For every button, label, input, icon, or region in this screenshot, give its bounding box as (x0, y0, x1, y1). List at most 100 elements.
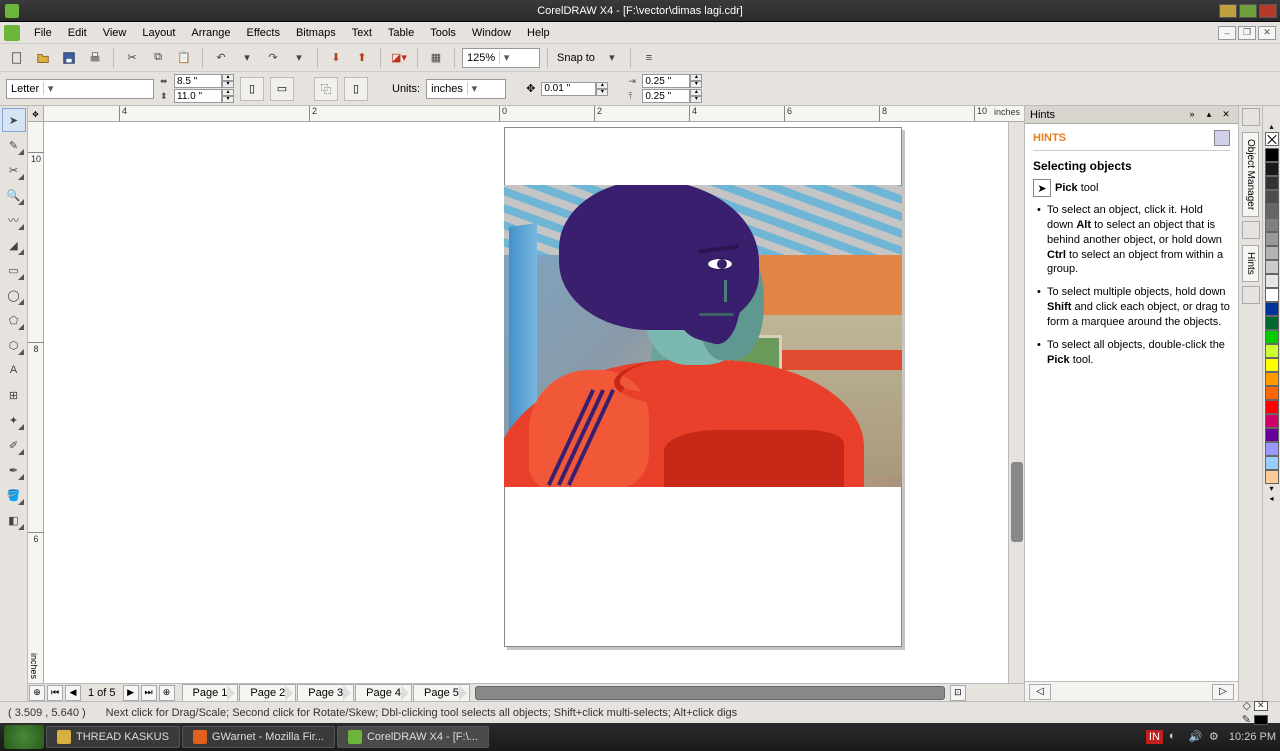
docker-menu-icon[interactable]: » (1185, 109, 1199, 121)
dup-x-input[interactable] (642, 74, 690, 88)
undo-button[interactable]: ↶ (210, 47, 232, 69)
next-page-button[interactable]: ▶ (123, 685, 139, 701)
export-button[interactable]: ⬆ (351, 47, 373, 69)
fill-swatch[interactable] (1254, 701, 1268, 711)
redo-dd[interactable]: ▾ (288, 47, 310, 69)
first-page-button[interactable]: ⏮ (47, 685, 63, 701)
down-icon[interactable]: ▾ (222, 81, 234, 88)
menu-window[interactable]: Window (464, 24, 519, 42)
color-swatch[interactable] (1265, 400, 1279, 414)
menu-view[interactable]: View (95, 24, 135, 42)
copy-button[interactable]: ⧉ (147, 47, 169, 69)
portrait-button[interactable]: ▯ (240, 77, 264, 101)
menu-text[interactable]: Text (344, 24, 380, 42)
menu-layout[interactable]: Layout (134, 24, 183, 42)
color-swatch[interactable] (1265, 330, 1279, 344)
smart-fill-tool[interactable]: ◢ (2, 233, 26, 257)
maximize-button[interactable] (1239, 4, 1257, 18)
outline-tool[interactable]: ✒ (2, 458, 26, 482)
units-combo[interactable]: inches▾ (426, 79, 506, 99)
last-page-button[interactable]: ⏭ (141, 685, 157, 701)
menu-help[interactable]: Help (519, 24, 558, 42)
tray-icon[interactable]: ⚙ (1209, 730, 1223, 744)
page-tab[interactable]: Page 5 (413, 684, 470, 701)
save-button[interactable] (58, 47, 80, 69)
ruler-origin[interactable]: ✥ (28, 106, 44, 122)
menu-bitmaps[interactable]: Bitmaps (288, 24, 344, 42)
page-tab[interactable]: Page 2 (239, 684, 296, 701)
color-swatch[interactable] (1265, 344, 1279, 358)
color-swatch[interactable] (1265, 470, 1279, 484)
fill-tool[interactable]: 🪣 (2, 483, 26, 507)
import-button[interactable]: ⬇ (325, 47, 347, 69)
color-swatch[interactable] (1265, 302, 1279, 316)
color-swatch[interactable] (1265, 176, 1279, 190)
color-swatch[interactable] (1265, 372, 1279, 386)
clock[interactable]: 10:26 PM (1229, 731, 1276, 743)
hints-fwd-button[interactable]: ▷ (1212, 684, 1234, 700)
color-swatch[interactable] (1265, 456, 1279, 470)
mdi-minimize[interactable]: – (1218, 26, 1236, 40)
snap-dd[interactable]: ▾ (601, 47, 623, 69)
interactive-fill-tool[interactable]: ◧ (2, 508, 26, 532)
scrollbar-vertical[interactable] (1008, 122, 1024, 683)
ruler-vertical[interactable]: 1086 inches (28, 122, 44, 683)
basic-shapes-tool[interactable]: ⬡ (2, 333, 26, 357)
palette-expand-icon[interactable]: ◂ (1269, 494, 1273, 504)
ruler-horizontal[interactable]: ✥ 86420246810 inches (28, 106, 1024, 122)
menu-tools[interactable]: Tools (422, 24, 464, 42)
color-swatch[interactable] (1265, 288, 1279, 302)
color-swatch[interactable] (1265, 246, 1279, 260)
color-swatch[interactable] (1265, 358, 1279, 372)
docker-close-icon[interactable]: ✕ (1219, 109, 1233, 121)
page-tab[interactable]: Page 1 (182, 684, 239, 701)
color-swatch[interactable] (1265, 260, 1279, 274)
minimize-button[interactable] (1219, 4, 1237, 18)
color-swatch[interactable] (1265, 316, 1279, 330)
taskbar-item[interactable]: THREAD KASKUS (46, 726, 180, 748)
taskbar-item[interactable]: GWarnet - Mozilla Fir... (182, 726, 335, 748)
app-launcher[interactable]: ◪▾ (388, 47, 410, 69)
interactive-tool[interactable]: ✦ (2, 408, 26, 432)
tray-icon[interactable]: 🔊 (1189, 730, 1203, 744)
scrollbar-horizontal[interactable] (475, 686, 945, 700)
zoom-tool[interactable]: 🔍 (2, 183, 26, 207)
navigator-button[interactable]: ⊡ (950, 685, 966, 701)
color-swatch[interactable] (1265, 414, 1279, 428)
welcome-button[interactable]: ▦ (425, 47, 447, 69)
system-tray[interactable]: IN ◐ 🔊 ⚙ 10:26 PM (1146, 730, 1276, 744)
scroll-thumb[interactable] (1011, 462, 1023, 542)
menu-table[interactable]: Table (380, 24, 422, 42)
page-width-input[interactable] (174, 74, 222, 88)
menu-effects[interactable]: Effects (239, 24, 288, 42)
text-tool[interactable]: A (2, 358, 26, 382)
print-button[interactable] (84, 47, 106, 69)
menu-file[interactable]: File (26, 24, 60, 42)
dup-y-input[interactable] (642, 89, 690, 103)
docker-tab-object-manager[interactable]: Object Manager (1242, 132, 1259, 217)
add-page-after-button[interactable]: ⊕ (159, 685, 175, 701)
color-swatch[interactable] (1265, 148, 1279, 162)
corel-doc-icon[interactable] (4, 25, 20, 41)
docker-tab-hints[interactable]: Hints (1242, 245, 1259, 282)
hints-header[interactable]: Hints »▴✕ (1025, 106, 1238, 124)
palette-up-icon[interactable]: ▴ (1269, 122, 1273, 132)
drawing-surface[interactable] (44, 122, 1024, 683)
menu-arrange[interactable]: Arrange (183, 24, 238, 42)
page-tab[interactable]: Page 4 (355, 684, 412, 701)
mdi-close[interactable]: ✕ (1258, 26, 1276, 40)
no-color-swatch[interactable] (1265, 132, 1279, 146)
docker-btn-3[interactable] (1242, 286, 1260, 304)
color-swatch[interactable] (1265, 442, 1279, 456)
eyedropper-tool[interactable]: ✐ (2, 433, 26, 457)
color-swatch[interactable] (1265, 274, 1279, 288)
hints-back-button[interactable]: ◁ (1029, 684, 1051, 700)
all-pages-button[interactable]: ⿻ (314, 77, 338, 101)
docker-btn-2[interactable] (1242, 221, 1260, 239)
start-button[interactable] (4, 725, 44, 749)
prev-page-button[interactable]: ◀ (65, 685, 81, 701)
color-swatch[interactable] (1265, 162, 1279, 176)
menu-edit[interactable]: Edit (60, 24, 95, 42)
page-height-input[interactable] (174, 89, 222, 103)
mdi-restore[interactable]: ❐ (1238, 26, 1256, 40)
